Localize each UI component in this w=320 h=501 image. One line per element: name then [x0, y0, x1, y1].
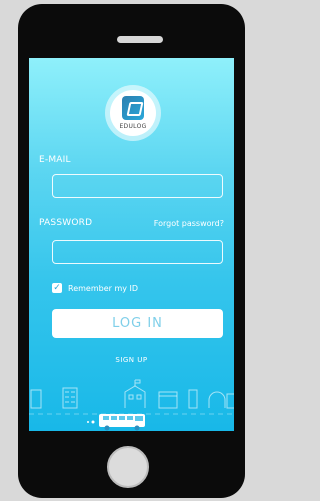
remember-me-row[interactable]: ✓ Remember my ID [52, 283, 138, 293]
logo-circle: EDULOG [110, 90, 156, 136]
building-shape [158, 391, 178, 409]
remember-me-checkbox[interactable]: ✓ [52, 283, 62, 293]
password-label: PASSWORD [39, 218, 93, 228]
school-bus-icon [87, 414, 145, 431]
edulog-logo-icon [122, 96, 144, 120]
building-shape [188, 389, 198, 409]
building-shape [62, 387, 78, 409]
building-shape [30, 389, 42, 409]
remember-me-label: Remember my ID [68, 283, 139, 293]
email-field[interactable] [52, 174, 223, 198]
login-button[interactable]: LOG IN [52, 309, 223, 338]
forgot-password-link[interactable]: Forgot password? [154, 219, 224, 228]
phone-speaker [117, 36, 163, 43]
email-label: E-MAIL [39, 155, 71, 165]
school-shape [124, 385, 146, 408]
city-skyline-illustration [29, 379, 234, 431]
home-button[interactable] [107, 446, 149, 488]
password-field[interactable] [52, 240, 223, 264]
login-screen: EDULOG E-MAIL PASSWORD Forgot password? … [29, 58, 234, 431]
logo-badge: EDULOG [105, 85, 161, 141]
building-shape [226, 393, 234, 409]
logo-text: EDULOG [119, 123, 147, 130]
building-shape [208, 391, 226, 408]
signup-link[interactable]: SIGN UP [29, 356, 234, 364]
